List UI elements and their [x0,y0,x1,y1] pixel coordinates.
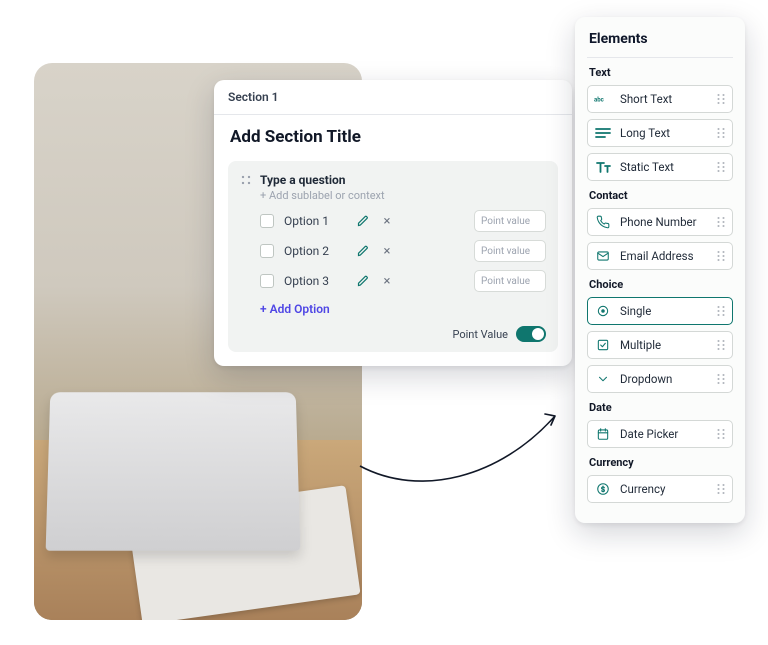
drag-grip-icon[interactable] [716,250,726,262]
drag-grip-icon[interactable] [716,373,726,385]
element-label: Dropdown [620,372,708,386]
element-group-label: Currency [589,456,733,469]
element-single[interactable]: Single [587,297,733,325]
element-label: Single [620,304,708,318]
option-label[interactable]: Option 3 [284,274,346,288]
email-icon [594,247,612,265]
element-group-label: Date [589,401,733,414]
connector-arrow [350,388,570,508]
element-label: Multiple [620,338,708,352]
element-static-text[interactable]: Static Text [587,153,733,181]
element-label: Date Picker [620,427,708,441]
remove-icon[interactable]: × [380,244,394,259]
element-date[interactable]: Date Picker [587,420,733,448]
drag-grip-icon[interactable] [716,161,726,173]
point-value-input[interactable]: Point value [474,210,546,232]
elements-title: Elements [587,29,733,58]
option-row: Option 2 × Point value [260,240,546,262]
option-checkbox[interactable] [260,274,274,288]
remove-icon[interactable]: × [380,214,394,229]
drag-grip-icon[interactable] [716,483,726,495]
long-text-icon [594,124,612,142]
point-value-toggle[interactable] [516,326,546,342]
option-checkbox[interactable] [260,214,274,228]
question-prompt[interactable]: Type a question [260,173,346,187]
drag-grip-icon[interactable] [716,305,726,317]
short-text-icon: abc [594,90,612,108]
element-long-text[interactable]: Long Text [587,119,733,147]
element-short-text[interactable]: abc Short Text [587,85,733,113]
drag-grip-icon[interactable] [716,93,726,105]
element-multiple[interactable]: Multiple [587,331,733,359]
drag-grip-icon[interactable] [716,127,726,139]
dropdown-icon [594,370,612,388]
question-block: Type a question + Add sublabel or contex… [228,161,558,352]
elements-panel: Elements Text abc Short Text Long Text S… [575,17,745,523]
single-icon [594,302,612,320]
section-title-input[interactable]: Add Section Title [214,115,572,151]
element-label: Short Text [620,92,708,106]
add-option-button[interactable]: + Add Option [260,302,546,316]
section-label: Section 1 [214,80,572,115]
element-phone[interactable]: Phone Number [587,208,733,236]
static-text-icon [594,158,612,176]
element-label: Email Address [620,249,708,263]
drag-grip-icon[interactable] [716,428,726,440]
option-row: Option 3 × Point value [260,270,546,292]
edit-icon[interactable] [356,214,370,228]
phone-icon [594,213,612,231]
point-value-label: Point Value [452,328,508,341]
element-group-label: Text [589,66,733,79]
element-label: Phone Number [620,215,708,229]
element-dropdown[interactable]: Dropdown [587,365,733,393]
edit-icon[interactable] [356,274,370,288]
element-group-label: Choice [589,278,733,291]
multiple-icon [594,336,612,354]
element-label: Long Text [620,126,708,140]
drag-grip-icon[interactable] [716,339,726,351]
sublabel-prompt[interactable]: + Add sublabel or context [260,189,546,202]
element-label: Static Text [620,160,708,174]
edit-icon[interactable] [356,244,370,258]
date-icon [594,425,612,443]
point-value-input[interactable]: Point value [474,240,546,262]
drag-grip-icon[interactable] [716,216,726,228]
form-builder-card: Section 1 Add Section Title Type a quest… [214,80,572,366]
option-checkbox[interactable] [260,244,274,258]
drag-handle-icon[interactable] [240,174,252,186]
option-label[interactable]: Option 2 [284,244,346,258]
element-email[interactable]: Email Address [587,242,733,270]
option-row: Option 1 × Point value [260,210,546,232]
svg-text:abc: abc [594,96,604,103]
element-group-label: Contact [589,189,733,202]
element-label: Currency [620,482,708,496]
point-value-input[interactable]: Point value [474,270,546,292]
element-currency[interactable]: Currency [587,475,733,503]
currency-icon [594,480,612,498]
remove-icon[interactable]: × [380,274,394,289]
option-label[interactable]: Option 1 [284,214,346,228]
